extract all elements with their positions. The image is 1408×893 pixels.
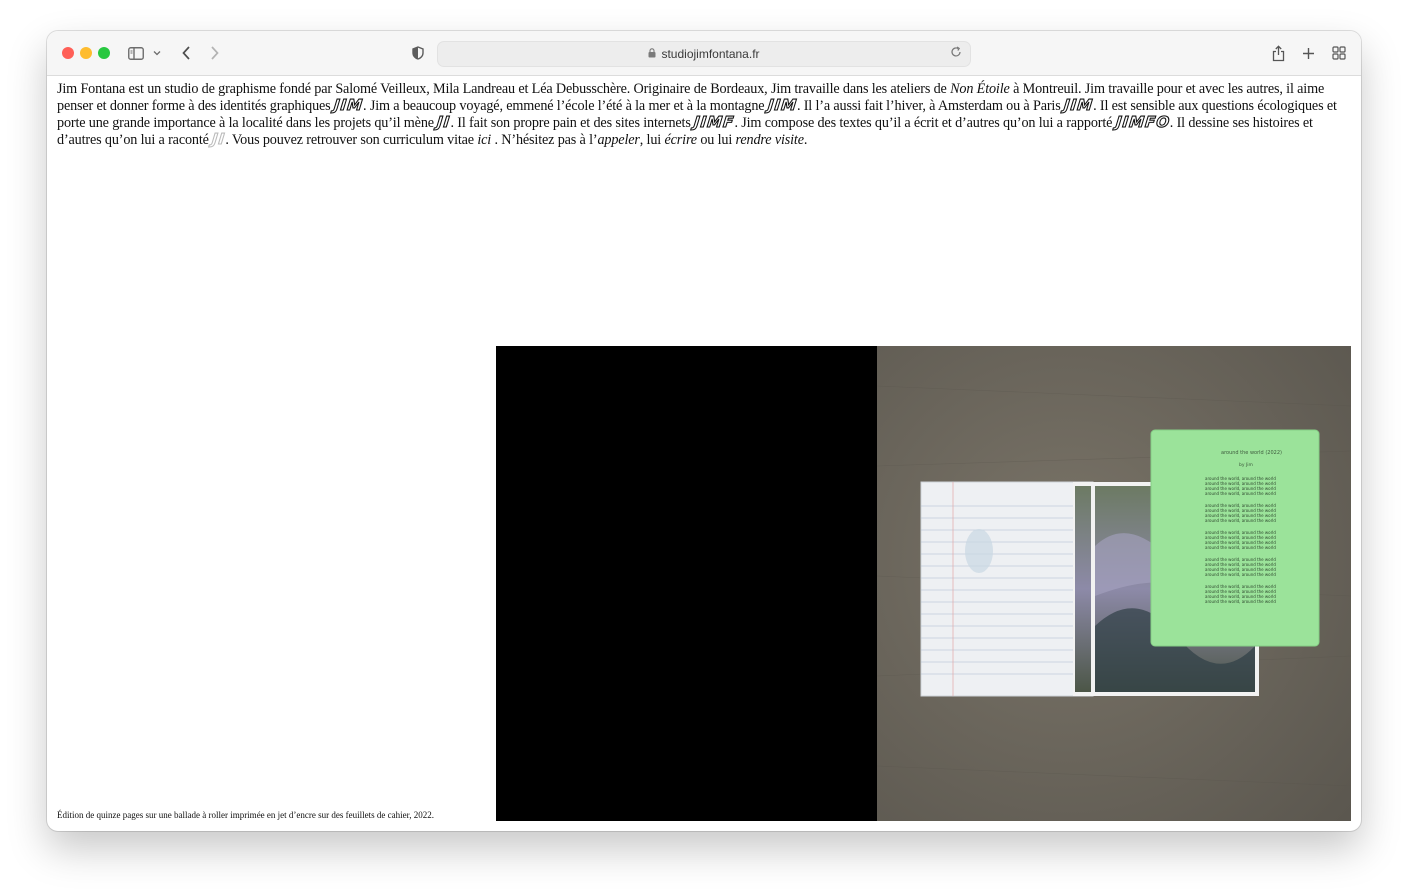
sheet-subtitle: by Jim <box>1239 462 1253 468</box>
intro-segment: . Vous pouvez retrouver son curriculum v… <box>225 132 478 148</box>
address-bar-url: studiojimfontana.fr <box>661 47 760 61</box>
browser-toolbar: studiojimfontana.fr <box>47 31 1361 76</box>
tab-overview-icon[interactable] <box>1330 42 1348 64</box>
green-handwritten-sheet: around the world (2022) by Jim around th… <box>1150 429 1320 647</box>
chevron-down-icon[interactable] <box>151 42 163 64</box>
write-link[interactable]: écrire <box>664 132 697 148</box>
cv-link[interactable]: ici <box>477 132 491 148</box>
sheet-line: around the world, around the world <box>1205 599 1276 604</box>
jim-logo-icon[interactable]: JI <box>436 112 452 131</box>
jim-logo-icon[interactable]: JIM <box>766 95 798 114</box>
notebook-left-page <box>920 481 1094 697</box>
sheet-line: around the world, around the world <box>1205 518 1276 523</box>
intro-segment: . Jim compose des textes qu’il a écrit e… <box>734 115 1116 131</box>
sheet-line: around the world, around the world <box>1205 491 1276 496</box>
intro-segment: Jim Fontana est un studio de graphisme f… <box>57 81 951 97</box>
jim-logo-icon[interactable]: JIM <box>333 95 365 114</box>
slideshow-previous-area[interactable] <box>496 346 877 821</box>
sheet-line: around the world, around the world <box>1205 545 1276 550</box>
forward-icon[interactable] <box>206 42 222 64</box>
project-photo-image: around the world (2022) by Jim around th… <box>877 346 1351 821</box>
jim-logo-icon[interactable]: JIMFO <box>1114 112 1171 131</box>
share-icon[interactable] <box>1269 42 1287 64</box>
web-page: Jim Fontana est un studio de graphisme f… <box>47 76 1361 831</box>
close-window-button[interactable] <box>62 47 74 59</box>
intro-segment: . Jim a beaucoup voyagé, emmené l’école … <box>363 98 768 114</box>
zoom-window-button[interactable] <box>98 47 110 59</box>
intro-segment: . Il l’a aussi fait l’hiver, à Amsterdam… <box>796 98 1064 114</box>
studio-intro-text: Jim Fontana est un studio de graphisme f… <box>57 81 1353 149</box>
intro-segment: ou lui <box>696 132 736 148</box>
minimize-window-button[interactable] <box>80 47 92 59</box>
project-photo[interactable]: around the world (2022) by Jim around th… <box>877 346 1351 821</box>
jim-logo-icon[interactable]: JIMF <box>693 112 736 131</box>
jim-logo-icon[interactable]: JI <box>211 129 227 148</box>
sidebar-icon[interactable] <box>127 42 145 64</box>
intro-segment: . N’hésitez pas à l’ <box>491 132 598 148</box>
new-tab-icon[interactable] <box>1299 42 1317 64</box>
lock-icon <box>648 48 656 60</box>
shield-icon[interactable] <box>410 42 426 64</box>
back-icon[interactable] <box>178 42 194 64</box>
intro-segment: , lui <box>639 132 665 148</box>
call-link[interactable]: appeler <box>597 132 639 148</box>
project-caption: Édition de quinze pages sur une ballade … <box>57 810 434 820</box>
browser-window: studiojimfontana.fr Jim Fontana est un s… <box>47 31 1361 831</box>
non-etoile-link[interactable]: Non Étoile <box>950 81 1010 97</box>
jim-logo-icon[interactable]: JIM <box>1063 95 1095 114</box>
reload-icon[interactable] <box>950 46 962 61</box>
sheet-title: around the world (2022) <box>1221 450 1282 456</box>
visit-link[interactable]: rendre visite <box>736 132 804 148</box>
intro-segment: . <box>803 132 808 148</box>
address-bar[interactable]: studiojimfontana.fr <box>437 41 971 67</box>
sheet-line: around the world, around the world <box>1205 572 1276 577</box>
intro-segment: . Il fait son propre pain et des sites i… <box>450 115 695 131</box>
